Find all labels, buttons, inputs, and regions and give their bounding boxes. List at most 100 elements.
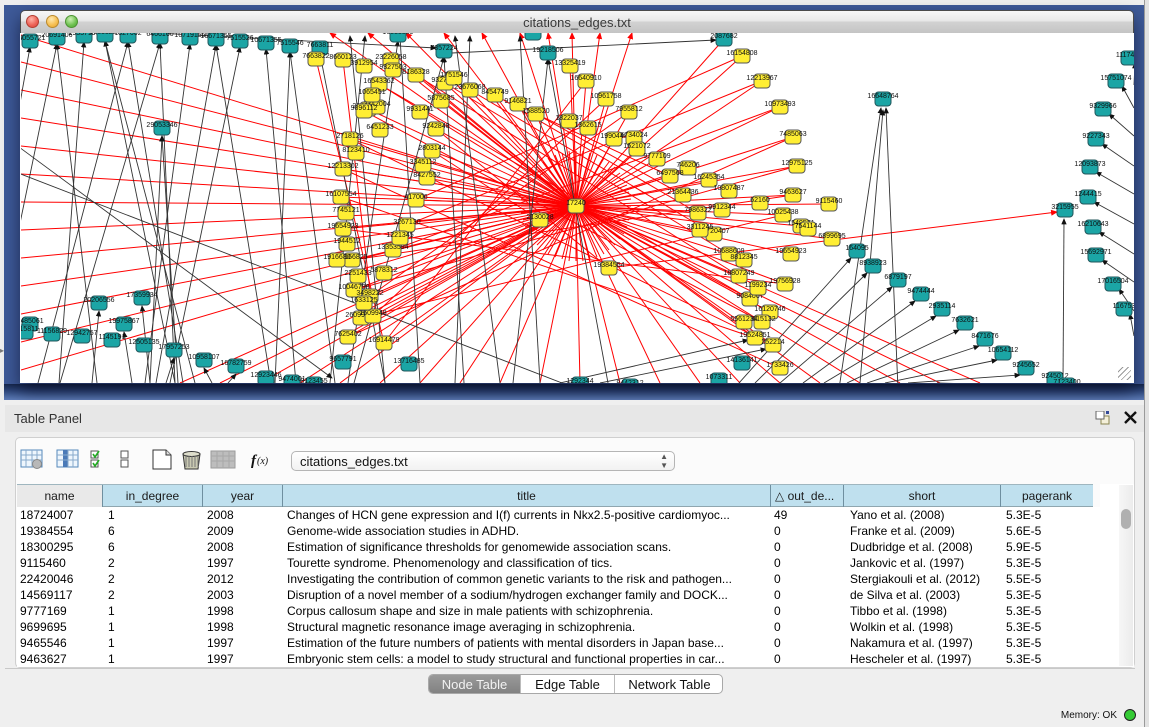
svg-text:1065451: 1065451 — [358, 89, 385, 96]
svg-text:9329966: 9329966 — [1089, 103, 1116, 110]
svg-text:8454749: 8454749 — [481, 89, 508, 96]
svg-text:8442312: 8442312 — [616, 380, 643, 383]
svg-text:6879197: 6879197 — [884, 274, 911, 281]
svg-text:23226058: 23226058 — [375, 54, 406, 61]
svg-text:9474444: 9474444 — [907, 288, 934, 295]
svg-text:3215955: 3215955 — [1051, 204, 1078, 211]
svg-text:6497568: 6497568 — [656, 170, 683, 177]
svg-text:19524851: 19524851 — [739, 332, 770, 339]
svg-text:10973493: 10973493 — [764, 101, 795, 108]
svg-text:9777109: 9777109 — [643, 153, 670, 160]
svg-text:9896112: 9896112 — [351, 105, 378, 112]
svg-text:10961758: 10961758 — [590, 93, 621, 100]
svg-text:7663822: 7663822 — [302, 53, 329, 60]
svg-text:1944512: 1944512 — [333, 238, 360, 245]
svg-text:19218506: 19218506 — [532, 47, 563, 54]
svg-text:9146821: 9146821 — [504, 98, 531, 105]
svg-text:17016504: 17016504 — [1097, 278, 1128, 285]
svg-text:2935114: 2935114 — [929, 303, 956, 310]
svg-text:9227343: 9227343 — [1082, 133, 1109, 140]
svg-text:12505135: 12505135 — [128, 339, 159, 346]
svg-text:20206556: 20206556 — [83, 297, 114, 304]
svg-text:1145191: 1145191 — [99, 334, 126, 341]
svg-text:2718126: 2718126 — [336, 133, 363, 140]
svg-text:1527602: 1527602 — [114, 33, 141, 37]
svg-text:9912344: 9912344 — [708, 204, 735, 211]
svg-text:12923446: 12923446 — [250, 372, 281, 379]
svg-text:18807249: 18807249 — [723, 270, 754, 277]
svg-text:1633125: 1633125 — [350, 297, 377, 304]
svg-text:1822037: 1822037 — [555, 115, 582, 122]
svg-text:9463627: 9463627 — [779, 189, 806, 196]
svg-text:8471676: 8471676 — [971, 333, 998, 340]
svg-text:15751074: 15751074 — [1100, 75, 1131, 82]
svg-text:1199234: 1199234 — [745, 282, 772, 289]
svg-text:19654923: 19654923 — [327, 223, 358, 230]
svg-text:7123400: 7123400 — [1053, 379, 1080, 383]
svg-text:9931441: 9931441 — [406, 106, 433, 113]
svg-text:10025438: 10025438 — [767, 209, 798, 216]
svg-text:12975125: 12975125 — [781, 160, 812, 167]
svg-text:1751546: 1751546 — [440, 72, 467, 79]
svg-text:10958107: 10958107 — [188, 354, 219, 361]
svg-text:16210643: 16210643 — [1077, 221, 1108, 228]
svg-text:164095: 164095 — [845, 245, 868, 252]
svg-text:12213302: 12213302 — [327, 163, 358, 170]
svg-text:7515546: 7515546 — [276, 40, 303, 47]
svg-text:1609948: 1609948 — [359, 310, 386, 317]
svg-text:3311245: 3311245 — [687, 224, 714, 231]
svg-text:9115460: 9115460 — [816, 198, 843, 205]
svg-text:17240: 17240 — [566, 200, 586, 207]
svg-text:3267130: 3267130 — [393, 219, 420, 226]
svg-text:1485061: 1485061 — [21, 318, 44, 325]
svg-text:252214: 252214 — [761, 339, 784, 346]
svg-text:17359934: 17359934 — [126, 292, 157, 299]
svg-text:5561234: 5561234 — [730, 316, 757, 323]
svg-text:16648764: 16648764 — [867, 93, 898, 100]
svg-text:8123410: 8123410 — [342, 147, 369, 154]
svg-text:14136141: 14136141 — [726, 357, 757, 364]
svg-text:1244415: 1244415 — [1074, 191, 1101, 198]
svg-text:21364436: 21364436 — [667, 189, 698, 196]
svg-text:6734024: 6734024 — [620, 132, 647, 139]
svg-text:9657791: 9657791 — [329, 356, 356, 363]
svg-text:1292344: 1292344 — [566, 378, 593, 383]
svg-text:16107554: 16107554 — [325, 191, 356, 198]
svg-text:16120746: 16120746 — [754, 306, 785, 313]
svg-text:7485063: 7485063 — [779, 131, 806, 138]
svg-text:417006: 417006 — [404, 194, 427, 201]
svg-text:19654923: 19654923 — [775, 248, 806, 255]
svg-text:8123455: 8123455 — [300, 378, 327, 383]
svg-text:1733426: 1733426 — [766, 362, 793, 369]
svg-text:15692971: 15692971 — [1080, 249, 1111, 256]
svg-text:7541144: 7541144 — [795, 223, 822, 230]
svg-text:6899695: 6899695 — [818, 233, 845, 240]
svg-text:6466160: 6466160 — [146, 33, 173, 38]
svg-text:9245652: 9245652 — [1012, 362, 1039, 369]
svg-text:5878312: 5878312 — [370, 267, 397, 274]
svg-text:7955812: 7955812 — [615, 106, 642, 113]
svg-text:8812345: 8812345 — [730, 254, 757, 261]
svg-text:10654112: 10654112 — [988, 347, 1019, 354]
svg-text:6451233: 6451233 — [366, 124, 393, 131]
svg-text:2803144: 2803144 — [418, 145, 445, 152]
svg-text:13325419: 13325419 — [554, 60, 585, 67]
svg-text:1362615: 1362615 — [574, 122, 601, 129]
svg-text:11156829: 11156829 — [37, 328, 67, 335]
svg-text:16782759: 16782759 — [220, 360, 251, 367]
svg-text:10807487: 10807487 — [713, 185, 744, 192]
svg-text:9242848: 9242848 — [422, 123, 449, 130]
svg-text:13716485: 13716485 — [393, 358, 424, 365]
svg-text:(x): (x) — [257, 456, 269, 467]
svg-text:2251433: 2251433 — [344, 270, 371, 277]
svg-text:62160: 62160 — [750, 197, 770, 204]
svg-text:12942757: 12942757 — [66, 330, 97, 337]
svg-text:16033809: 16033809 — [382, 33, 413, 36]
svg-text:16154808: 16154808 — [726, 50, 757, 57]
svg-text:7745121: 7745121 — [332, 207, 359, 214]
svg-text:16245354: 16245354 — [693, 174, 724, 181]
svg-text:1588520: 1588520 — [522, 108, 549, 115]
svg-text:3912954: 3912954 — [350, 60, 377, 67]
svg-text:1117400: 1117400 — [1116, 52, 1134, 59]
svg-text:116753: 116753 — [1113, 303, 1134, 310]
